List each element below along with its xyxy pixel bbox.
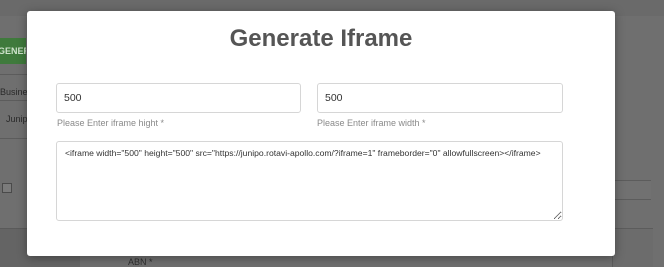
broken-image-icon (2, 183, 12, 193)
modal-title: Generate Iframe (229, 25, 413, 52)
generate-iframe-modal: Generate Iframe Please Enter iframe high… (27, 11, 615, 256)
generate-button: GENERATE (0, 38, 26, 64)
iframe-code-textarea[interactable]: <iframe width="500" height="500" src="ht… (56, 141, 563, 221)
iframe-height-input[interactable] (56, 83, 301, 113)
background-input (612, 180, 651, 200)
background-panel (612, 228, 653, 267)
iframe-height-hint: Please Enter iframe hight * (57, 118, 165, 128)
iframe-width-input[interactable] (317, 83, 563, 113)
iframe-width-hint: Please Enter iframe width * (317, 118, 426, 128)
